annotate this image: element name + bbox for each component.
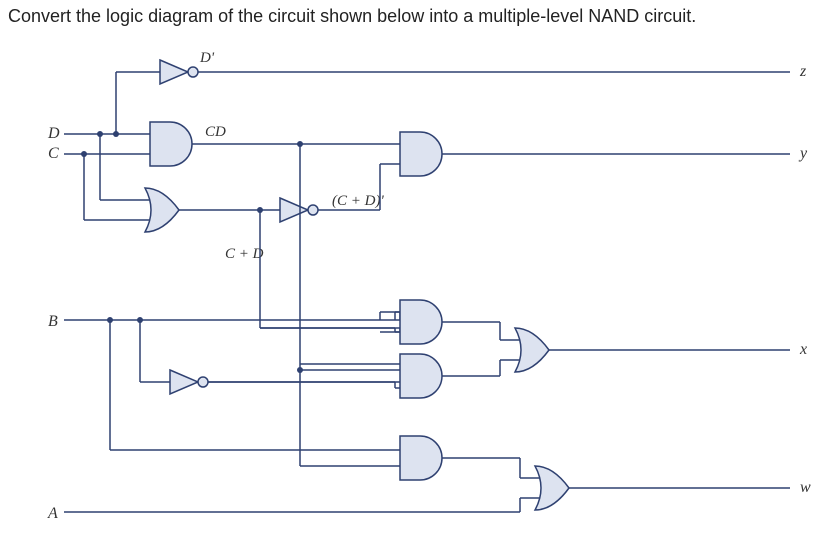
diagram-container: Convert the logic diagram of the circuit… (0, 0, 840, 544)
label-Dprime: D' (199, 50, 215, 66)
gate-and-bprime-cd (400, 354, 442, 398)
gate-and-b-cpd (400, 300, 442, 344)
gate-or-x (515, 328, 549, 372)
output-y: y (798, 145, 808, 162)
input-B: B (48, 313, 58, 330)
input-C: C (48, 145, 59, 162)
gate-and-b-cd (400, 436, 442, 480)
gate-or-w (535, 466, 569, 510)
gate-and-cd (150, 122, 192, 166)
question-text: Convert the logic diagram of the circuit… (8, 6, 696, 27)
output-z: z (799, 63, 807, 80)
input-A: A (47, 505, 58, 522)
label-CD: CD (205, 124, 226, 140)
output-w: w (800, 479, 811, 496)
gate-or-cpd (145, 188, 179, 232)
gate-not-b (170, 370, 208, 394)
gate-not-d (160, 60, 198, 84)
circuit-svg: D C D' z CD (0, 30, 840, 544)
label-CplusDprime: (C + D)' (332, 193, 384, 209)
gate-and-y (400, 132, 442, 176)
output-x: x (799, 341, 807, 358)
gate-not-cpd (280, 198, 318, 222)
input-D: D (47, 125, 60, 142)
label-CplusD: C + D (225, 246, 264, 262)
